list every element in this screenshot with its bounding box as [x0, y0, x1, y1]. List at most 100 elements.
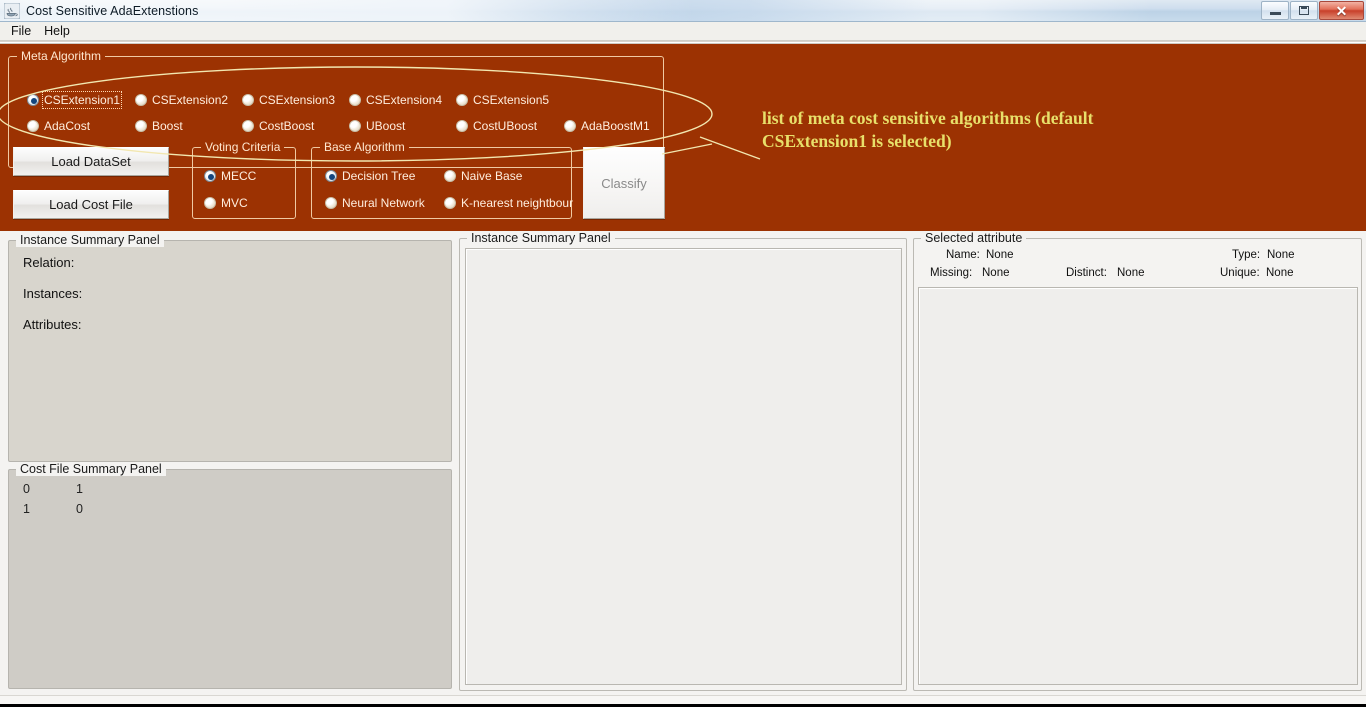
meta-algorithm-legend: Meta Algorithm — [17, 49, 106, 63]
radio-label: Boost — [152, 119, 183, 133]
cost-cell-0-0: 0 — [23, 482, 30, 496]
radio-label: UBoost — [366, 119, 406, 133]
radio-mecc[interactable]: MECC — [204, 169, 256, 183]
menu-item-file[interactable]: File — [5, 23, 38, 40]
radio-mvc[interactable]: MVC — [204, 196, 248, 210]
radio-dot-icon — [349, 120, 361, 132]
voting-criteria-legend: Voting Criteria — [201, 140, 285, 154]
radio-label: Neural Network — [342, 196, 425, 210]
radio-dot-icon — [204, 170, 216, 182]
radio-naive-base[interactable]: Naive Base — [444, 169, 522, 183]
instance-summary-panel-center: Instance Summary Panel — [459, 231, 907, 691]
radio-dot-icon — [444, 170, 456, 182]
instance-summary-center-legend: Instance Summary Panel — [467, 231, 615, 245]
radio-csextension5[interactable]: CSExtension5 — [456, 93, 549, 107]
attr-distinct-label: Distinct: — [1066, 267, 1107, 279]
classify-label: Classify — [601, 175, 647, 191]
instance-summary-panel-left: Instance Summary Panel Relation: Instanc… — [8, 233, 452, 462]
voting-criteria-group: Voting Criteria MECC MVC — [192, 140, 296, 219]
load-cost-file-button[interactable]: Load Cost File — [13, 190, 169, 219]
radio-dot-icon — [564, 120, 576, 132]
attr-name-label: Name: — [946, 249, 980, 261]
attr-type-label: Type: — [1232, 249, 1261, 261]
radio-label: MECC — [221, 169, 257, 183]
radio-dot-icon — [325, 170, 337, 182]
radio-costboost[interactable]: CostBoost — [242, 119, 314, 133]
results-area: Instance Summary Panel Relation: Instanc… — [0, 231, 1366, 707]
menu-item-help[interactable]: Help — [38, 23, 77, 40]
minimize-button[interactable] — [1261, 1, 1289, 20]
instance-summary-center-list[interactable] — [465, 248, 902, 685]
radio-label: MVC — [221, 196, 248, 210]
cost-cell-0-1: 1 — [76, 482, 83, 496]
radio-dot-icon — [27, 94, 39, 106]
radio-label: K-nearest neightbour — [461, 196, 574, 210]
cost-cell-1-0: 1 — [23, 502, 30, 516]
cost-file-summary-panel: Cost File Summary Panel 0 1 1 0 — [8, 462, 452, 689]
radio-dot-icon — [325, 197, 337, 209]
attr-unique-value: None — [1266, 267, 1294, 279]
instances-label: Instances: — [23, 286, 83, 301]
selected-attribute-panel: Selected attribute Name: None Type: None… — [913, 231, 1362, 691]
load-dataset-button[interactable]: Load DataSet — [13, 147, 169, 176]
radio-dot-icon — [242, 120, 254, 132]
radio-uboost[interactable]: UBoost — [349, 119, 405, 133]
radio-csextension2[interactable]: CSExtension2 — [135, 93, 228, 107]
radio-decision-tree[interactable]: Decision Tree — [325, 169, 415, 183]
relation-label: Relation: — [23, 255, 75, 270]
radio-label: Naive Base — [461, 169, 523, 183]
cost-file-summary-legend: Cost File Summary Panel — [16, 462, 166, 476]
radio-costuboost[interactable]: CostUBoost — [456, 119, 537, 133]
radio-neural-network[interactable]: Neural Network — [325, 196, 425, 210]
attr-unique-label: Unique: — [1220, 267, 1260, 279]
close-icon: ✕ — [1335, 2, 1348, 19]
base-algorithm-legend: Base Algorithm — [320, 140, 409, 154]
maximize-button[interactable] — [1290, 1, 1318, 20]
radio-dot-icon — [456, 120, 468, 132]
radio-dot-icon — [135, 120, 147, 132]
radio-adaboostm1[interactable]: AdaBoostM1 — [564, 119, 650, 133]
close-button[interactable]: ✕ — [1319, 1, 1364, 20]
classify-button[interactable]: Classify — [583, 147, 665, 219]
radio-label: CSExtension3 — [259, 93, 336, 107]
application-window: Cost Sensitive AdaExtenstions ✕ File Hel… — [0, 0, 1366, 707]
control-panel: Meta Algorithm CSExtension1 CSExtension2… — [0, 41, 1366, 231]
window-controls: ✕ — [1260, 1, 1364, 20]
radio-boost[interactable]: Boost — [135, 119, 183, 133]
radio-dot-icon — [204, 197, 216, 209]
load-cost-file-label: Load Cost File — [49, 197, 133, 212]
menu-bar: File Help — [0, 22, 1366, 41]
radio-dot-icon — [242, 94, 254, 106]
attributes-label: Attributes: — [23, 317, 82, 332]
minimize-icon — [1269, 12, 1281, 15]
window-title: Cost Sensitive AdaExtenstions — [26, 3, 199, 18]
java-coffee-cup-icon — [3, 2, 21, 19]
radio-csextension1[interactable]: CSExtension1 — [27, 91, 123, 109]
attr-missing-label: Missing: — [930, 267, 973, 279]
attr-name-value: None — [986, 249, 1014, 261]
selected-attribute-legend: Selected attribute — [921, 231, 1027, 245]
base-algorithm-group: Base Algorithm Decision Tree Naive Base … — [311, 140, 573, 219]
radio-label: Decision Tree — [342, 169, 416, 183]
radio-dot-icon — [456, 94, 468, 106]
cost-cell-1-1: 0 — [76, 502, 83, 516]
load-dataset-label: Load DataSet — [51, 154, 131, 169]
radio-label: CSExtension2 — [152, 93, 229, 107]
radio-csextension4[interactable]: CSExtension4 — [349, 93, 442, 107]
attr-missing-value: None — [982, 267, 1010, 279]
radio-label: CostUBoost — [473, 119, 538, 133]
radio-label: CSExtension4 — [366, 93, 443, 107]
radio-k-nearest-neighbour[interactable]: K-nearest neightbour — [444, 196, 573, 210]
status-strip — [0, 695, 1366, 707]
attr-type-value: None — [1267, 249, 1295, 261]
radio-label: AdaCost — [44, 119, 91, 133]
radio-adacost[interactable]: AdaCost — [27, 119, 90, 133]
radio-dot-icon — [444, 197, 456, 209]
instance-summary-left-legend: Instance Summary Panel — [16, 233, 164, 247]
selected-attribute-detail-area[interactable] — [918, 287, 1358, 685]
radio-label: AdaBoostM1 — [581, 119, 650, 133]
maximize-icon — [1299, 6, 1309, 15]
radio-dot-icon — [27, 120, 39, 132]
radio-dot-icon — [135, 94, 147, 106]
radio-csextension3[interactable]: CSExtension3 — [242, 93, 335, 107]
